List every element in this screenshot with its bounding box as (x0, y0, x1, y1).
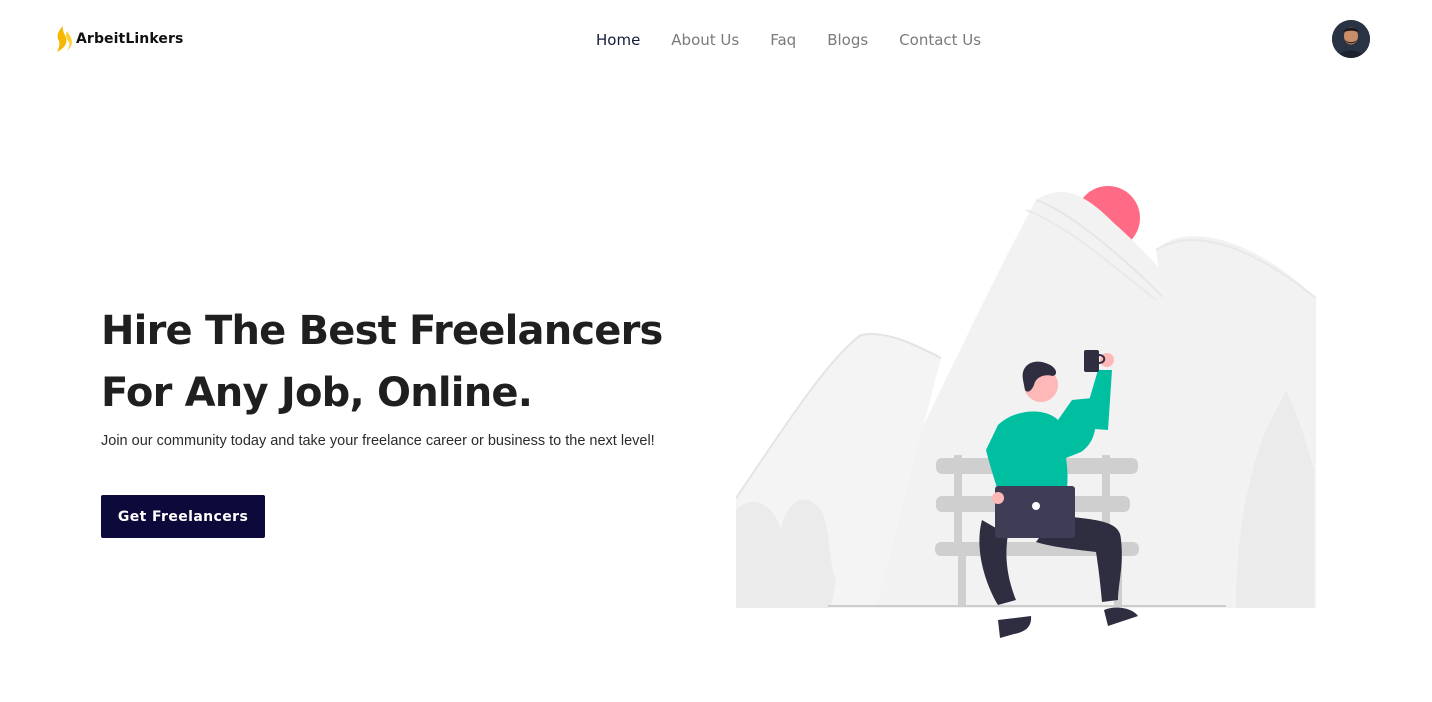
user-avatar[interactable] (1332, 20, 1370, 58)
hero-title-line-1: Hire The Best Freelancers (101, 308, 663, 354)
laptop-shape (995, 486, 1075, 538)
landing-page: ArbeitLinkers Home About Us Faq Blogs Co… (0, 0, 1432, 702)
flame-logo-icon (54, 25, 74, 53)
left-bush (736, 499, 836, 608)
hero-subtitle: Join our community today and take your f… (101, 433, 655, 449)
nav-home[interactable]: Home (596, 31, 640, 49)
hero-illustration (735, 180, 1320, 645)
mug-shape (1084, 350, 1099, 372)
hero-title-line-2: For Any Job, Online. (101, 370, 533, 416)
nav-contact-us[interactable]: Contact Us (899, 31, 981, 49)
brand-name: ArbeitLinkers (76, 31, 184, 47)
nav-blogs[interactable]: Blogs (827, 31, 868, 49)
hero-title: Hire The Best Freelancers For Any Job, O… (101, 300, 701, 424)
nav-faq[interactable]: Faq (770, 31, 796, 49)
main-nav: Home About Us Faq Blogs Contact Us (596, 28, 981, 52)
get-freelancers-button[interactable]: Get Freelancers (101, 495, 265, 538)
nav-about-us[interactable]: About Us (671, 31, 739, 49)
brand-logo[interactable]: ArbeitLinkers (54, 24, 183, 54)
